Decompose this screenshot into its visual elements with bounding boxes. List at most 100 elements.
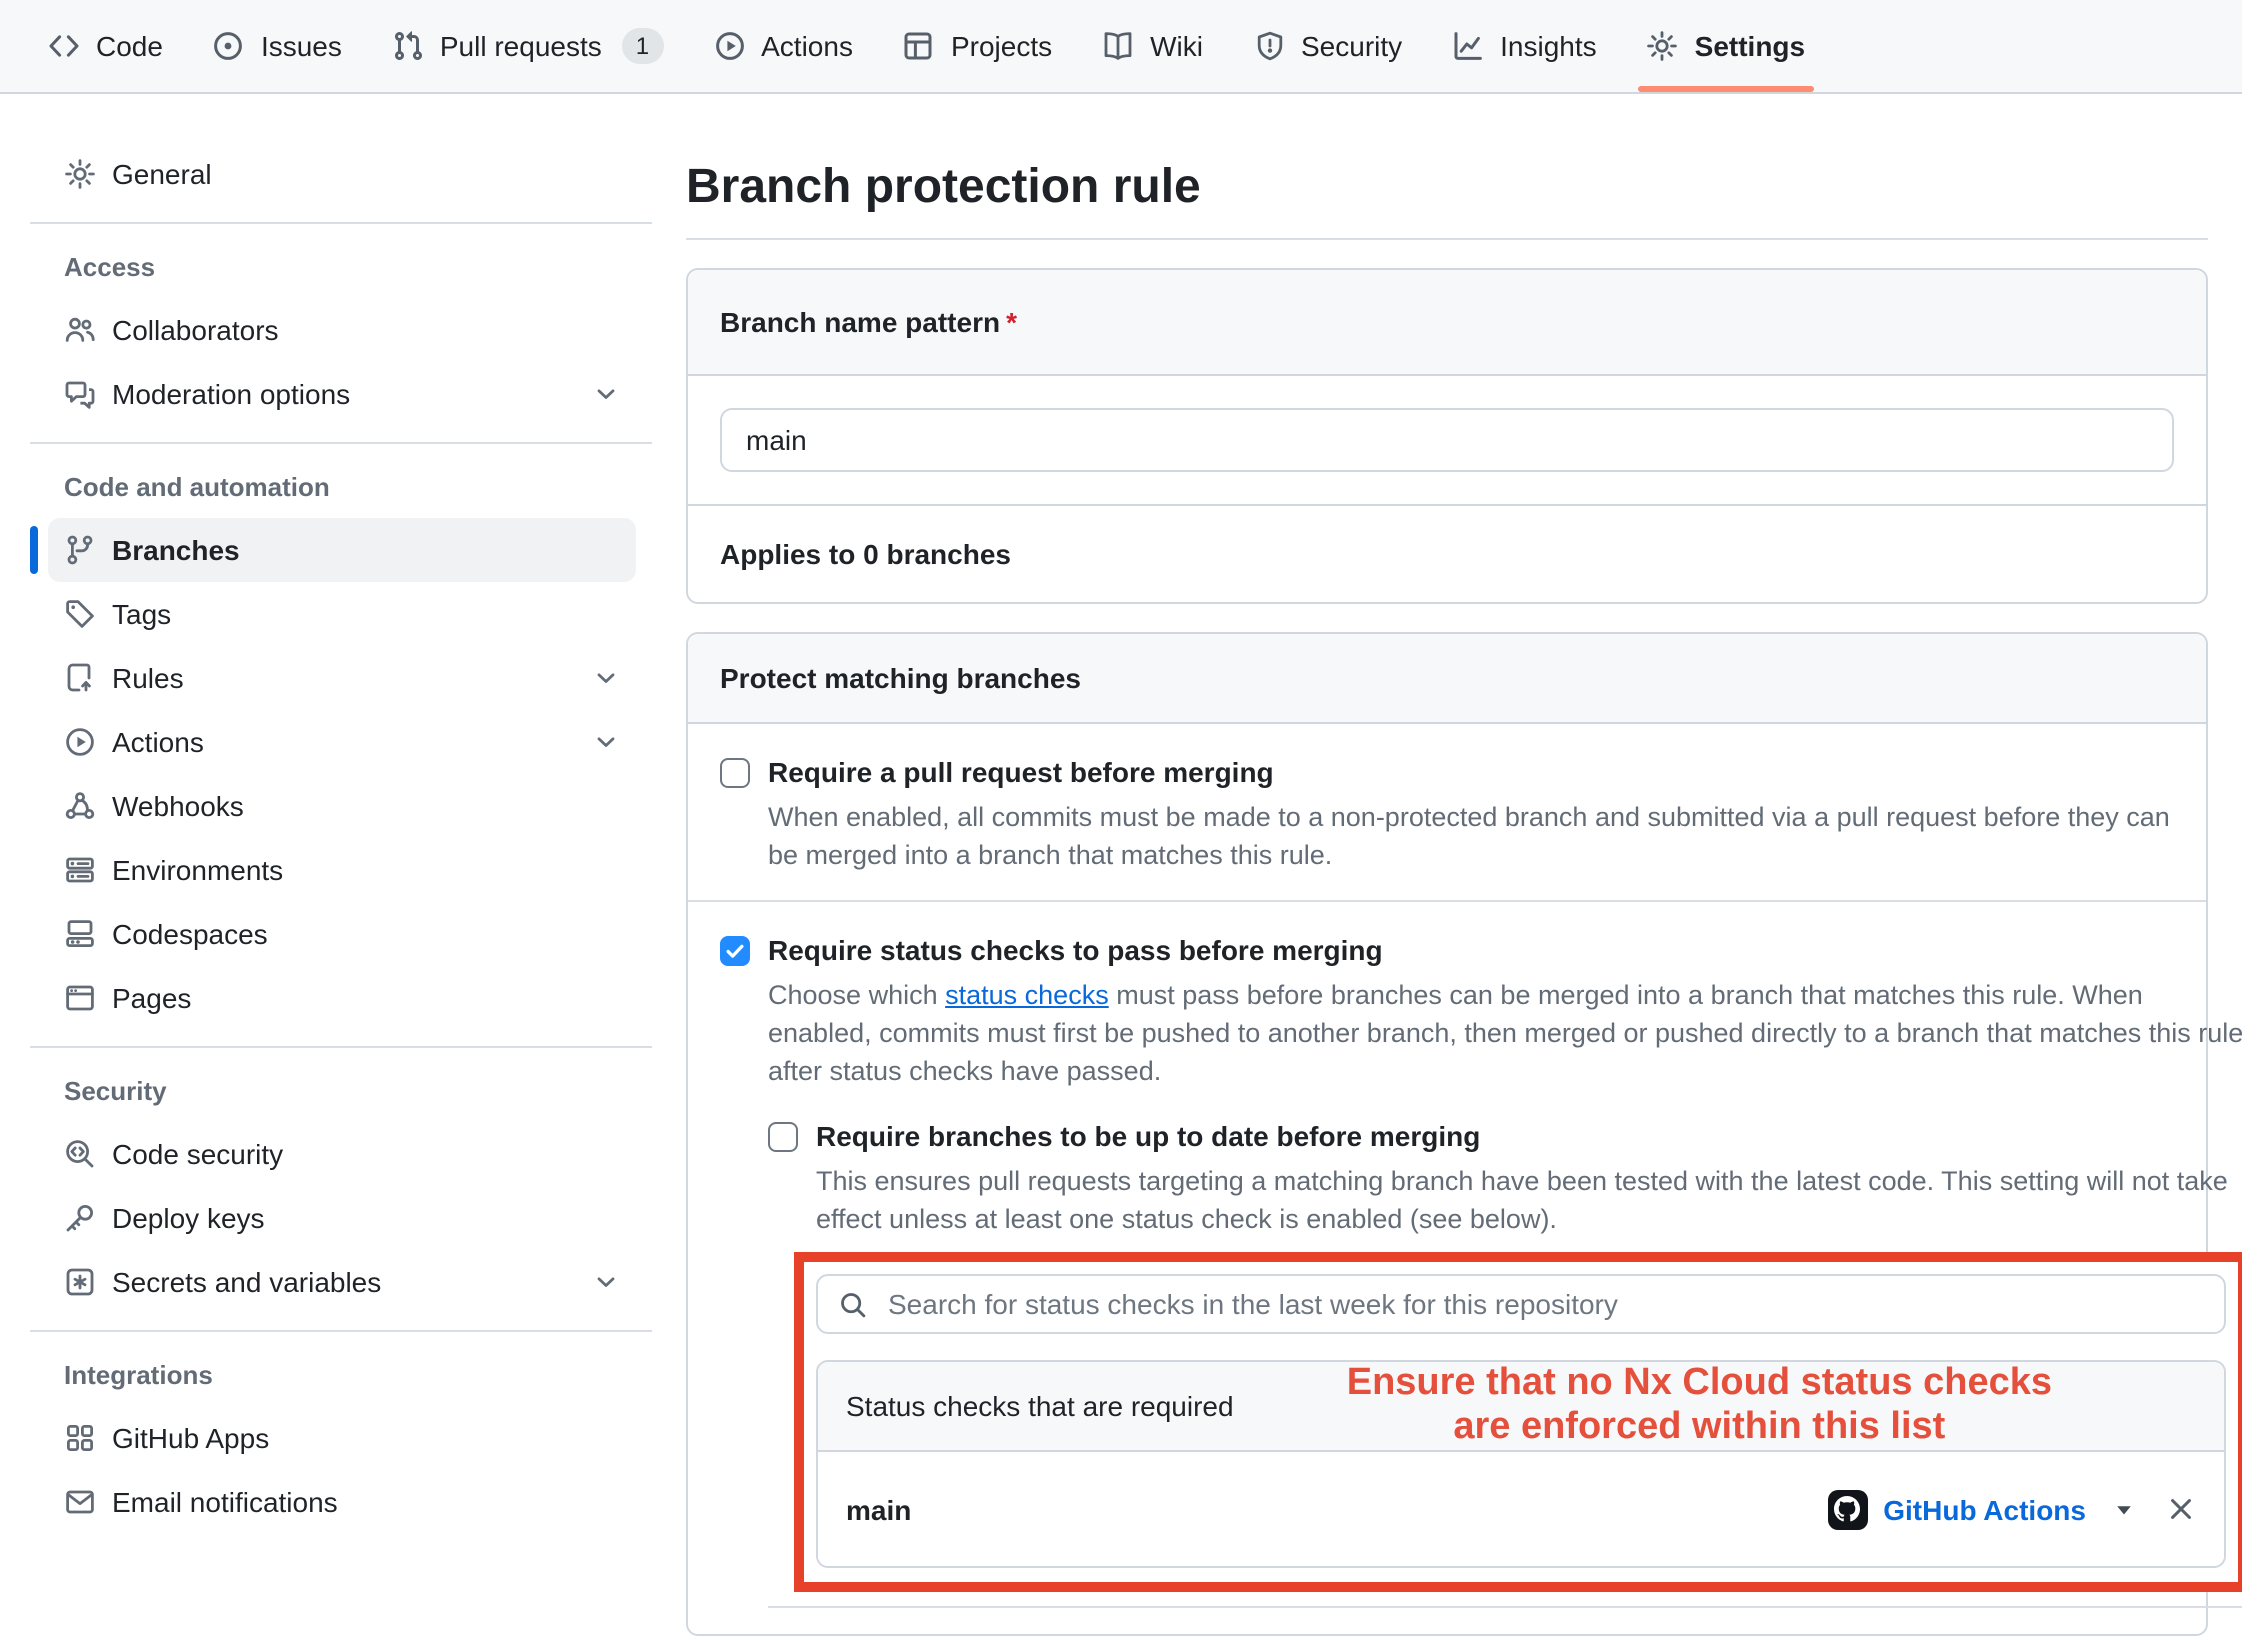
check-icon [724,940,746,962]
sidebar-item-actions[interactable]: Actions [48,710,636,774]
remove-status-check-button[interactable] [2166,1494,2196,1524]
sidebar-item-deploy-keys[interactable]: Deploy keys [48,1186,636,1250]
status-check-search-input[interactable] [884,1286,2204,1322]
page-title: Branch protection rule [686,158,2208,218]
tab-actions[interactable]: Actions [693,0,873,92]
github-actions-avatar [1827,1489,1867,1529]
tab-label: Issues [261,30,342,62]
comment-discussion-icon [64,378,96,410]
tab-label: Wiki [1150,30,1203,62]
sidebar-item-label: GitHub Apps [112,1422,269,1454]
subhead-divider [686,238,2208,240]
tab-insights[interactable]: Insights [1432,0,1617,92]
required-asterisk: * [1006,306,1017,338]
sidebar-item-pages[interactable]: Pages [48,966,636,1030]
tab-pull-requests[interactable]: Pull requests 1 [372,0,683,92]
sidebar-divider [30,222,652,224]
tab-label: Insights [1500,30,1597,62]
close-icon [2166,1494,2196,1524]
sidebar-item-label: Pages [112,982,191,1014]
sidebar-item-code-security[interactable]: Code security [48,1122,636,1186]
tab-settings[interactable]: Settings [1627,0,1825,92]
protect-matching-branches-card: Protect matching branches Require a pull… [686,632,2208,1636]
sidebar-item-collaborators[interactable]: Collaborators [48,298,636,362]
github-actions-link[interactable]: GitHub Actions [1883,1493,2086,1525]
sidebar-item-label: Moderation options [112,378,350,410]
sidebar-item-label: Rules [112,662,184,694]
sidebar-item-codespaces[interactable]: Codespaces [48,902,636,966]
tab-issues[interactable]: Issues [193,0,362,92]
option-description: This ensures pull requests targeting a m… [816,1162,2242,1238]
status-checks-link[interactable]: status checks [945,980,1109,1010]
browser-icon [64,982,96,1014]
tab-projects[interactable]: Projects [883,0,1072,92]
sidebar-item-general[interactable]: General [48,142,636,206]
sidebar-item-moderation-options[interactable]: Moderation options [48,362,636,426]
chevron-down-icon [592,728,620,756]
code-icon [48,30,80,62]
sidebar-item-rules[interactable]: Rules [48,646,636,710]
people-icon [64,314,96,346]
sidebar-divider [30,1046,652,1048]
shield-icon [1253,30,1285,62]
sidebar-item-webhooks[interactable]: Webhooks [48,774,636,838]
tab-label: Security [1301,30,1402,62]
sidebar-item-label: Branches [112,534,240,566]
tab-security[interactable]: Security [1233,0,1422,92]
chevron-down-icon [592,380,620,408]
sidebar-divider [30,1330,652,1332]
annotation-note: Ensure that no Nx Cloud status checks ar… [1347,1362,2052,1450]
sidebar-item-label: Secrets and variables [112,1266,381,1298]
tab-code[interactable]: Code [28,0,183,92]
sidebar-item-email-notifications[interactable]: Email notifications [48,1470,636,1534]
branch-protection-main: Branch protection rule Branch name patte… [686,130,2208,1636]
option-description: Choose which status checks must pass bef… [768,976,2242,1090]
required-status-checks-list: Status checks that are required Ensure t… [816,1360,2226,1568]
sidebar-item-label: Tags [112,598,171,630]
tab-label: Projects [951,30,1052,62]
gear-icon [64,158,96,190]
status-check-search [816,1274,2226,1334]
status-check-row: main GitHub Actions [818,1452,2224,1566]
play-icon [713,30,745,62]
tab-label: Settings [1695,30,1805,62]
tab-label: Pull requests [440,30,602,62]
issue-icon [213,30,245,62]
sidebar-item-label: Webhooks [112,790,244,822]
branch-name-pattern-input[interactable] [720,408,2174,472]
sidebar-item-branches[interactable]: Branches [48,518,636,582]
require-status-checks-checkbox[interactable] [720,936,750,966]
branch-name-pattern-header: Branch name pattern* [688,270,2206,376]
sidebar-item-environments[interactable]: Environments [48,838,636,902]
table-icon [903,30,935,62]
require-up-to-date-checkbox[interactable] [768,1122,798,1152]
branch-name-pattern-card: Branch name pattern* Applies to 0 branch… [686,268,2208,604]
sidebar-section-integrations: Integrations [48,1348,636,1406]
option-label: Require status checks to pass before mer… [768,930,2242,972]
option-require-up-to-date: Require branches to be up to date before… [768,1116,2242,1238]
rules-icon [64,662,96,694]
play-icon [64,726,96,758]
git-branch-icon [64,534,96,566]
tab-wiki[interactable]: Wiki [1082,0,1223,92]
tag-icon [64,598,96,630]
option-require-pull-request: Require a pull request before merging Wh… [688,724,2206,900]
pull-requests-counter: 1 [622,28,663,64]
codespaces-icon [64,918,96,950]
sidebar-item-tags[interactable]: Tags [48,582,636,646]
book-icon [1102,30,1134,62]
sidebar-item-secrets-variables[interactable]: Secrets and variables [48,1250,636,1314]
option-label: Require a pull request before merging [768,752,2174,794]
mail-icon [64,1486,96,1518]
sidebar-item-label: Email notifications [112,1486,338,1518]
status-check-name: main [846,1493,911,1525]
required-status-checks-header: Status checks that are required Ensure t… [818,1362,2224,1452]
sidebar-item-github-apps[interactable]: GitHub Apps [48,1406,636,1470]
require-pull-request-checkbox[interactable] [720,758,750,788]
chevron-down-icon [592,1268,620,1296]
repo-tab-nav: Code Issues Pull requests 1 Actions Pr [0,0,2242,94]
sidebar-item-label: General [112,158,212,190]
sidebar-section-code-automation: Code and automation [48,460,636,518]
annotation-highlight-box: Status checks that are required Ensure t… [794,1252,2242,1592]
caret-down-icon[interactable] [2112,1497,2136,1521]
